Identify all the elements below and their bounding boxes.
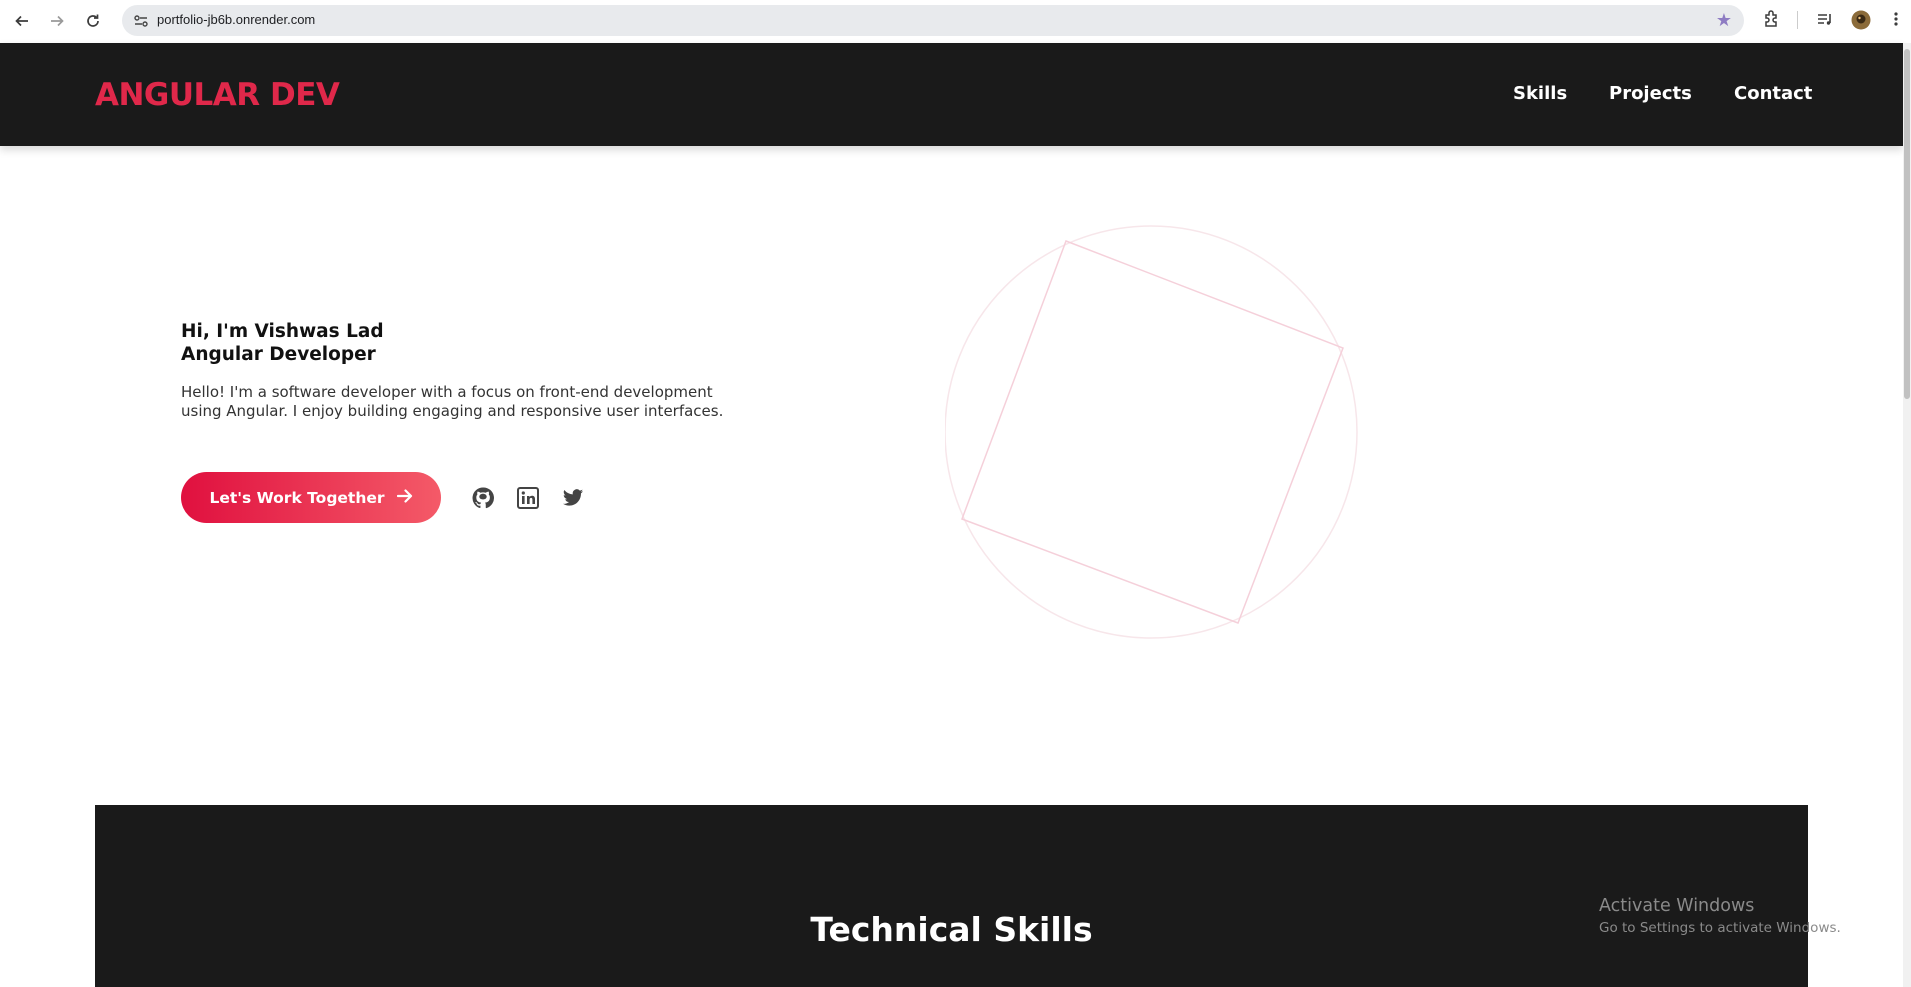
hero-heading: Hi, I'm Vishwas Lad Angular Developer (181, 320, 384, 366)
address-bar[interactable]: portfolio-jb6b.onrender.com ★ (122, 5, 1744, 36)
hero-description: Hello! I'm a software developer with a f… (181, 383, 724, 420)
nav-projects[interactable]: Projects (1609, 83, 1692, 104)
hero-greeting: Hi, I'm Vishwas Lad (181, 321, 384, 342)
bookmark-star-icon[interactable]: ★ (1716, 10, 1732, 31)
twitter-icon[interactable] (562, 487, 584, 509)
activate-title: Activate Windows (1599, 896, 1755, 916)
work-together-button[interactable]: Let's Work Together (181, 472, 441, 523)
skills-section: Technical Skills (95, 805, 1808, 987)
arrow-right-icon (396, 488, 413, 507)
site-logo[interactable]: ANGULAR DEV (95, 77, 340, 113)
github-icon[interactable] (472, 487, 494, 509)
activate-subtitle: Go to Settings to activate Windows. (1599, 920, 1841, 936)
page-scrollbar[interactable] (1903, 43, 1911, 987)
extensions-icon[interactable] (1762, 9, 1782, 33)
skills-title: Technical Skills (810, 910, 1093, 949)
decorative-square (961, 240, 1344, 624)
windows-activation-notice: Activate Windows Go to Settings to activ… (1599, 896, 1841, 936)
toolbar-divider (1797, 11, 1798, 29)
back-icon[interactable] (10, 9, 34, 33)
site-header: ANGULAR DEV Skills Projects Contact (0, 43, 1903, 146)
hero-graphic (944, 225, 1365, 650)
menu-icon[interactable] (1893, 9, 1899, 33)
reload-icon[interactable] (81, 9, 105, 33)
profile-avatar[interactable] (1851, 10, 1871, 34)
cta-label: Let's Work Together (209, 488, 385, 507)
decorative-circle (944, 225, 1358, 639)
hero-role: Angular Developer (181, 344, 376, 365)
scrollbar-thumb[interactable] (1904, 49, 1910, 399)
media-icon[interactable] (1815, 9, 1835, 33)
browser-toolbar: portfolio-jb6b.onrender.com ★ (0, 0, 1911, 43)
forward-icon[interactable] (45, 9, 69, 33)
nav-skills[interactable]: Skills (1513, 83, 1567, 104)
nav-contact[interactable]: Contact (1734, 83, 1812, 104)
url-text: portfolio-jb6b.onrender.com (157, 12, 316, 27)
linkedin-icon[interactable] (517, 487, 539, 509)
site-info-icon[interactable] (132, 12, 150, 30)
